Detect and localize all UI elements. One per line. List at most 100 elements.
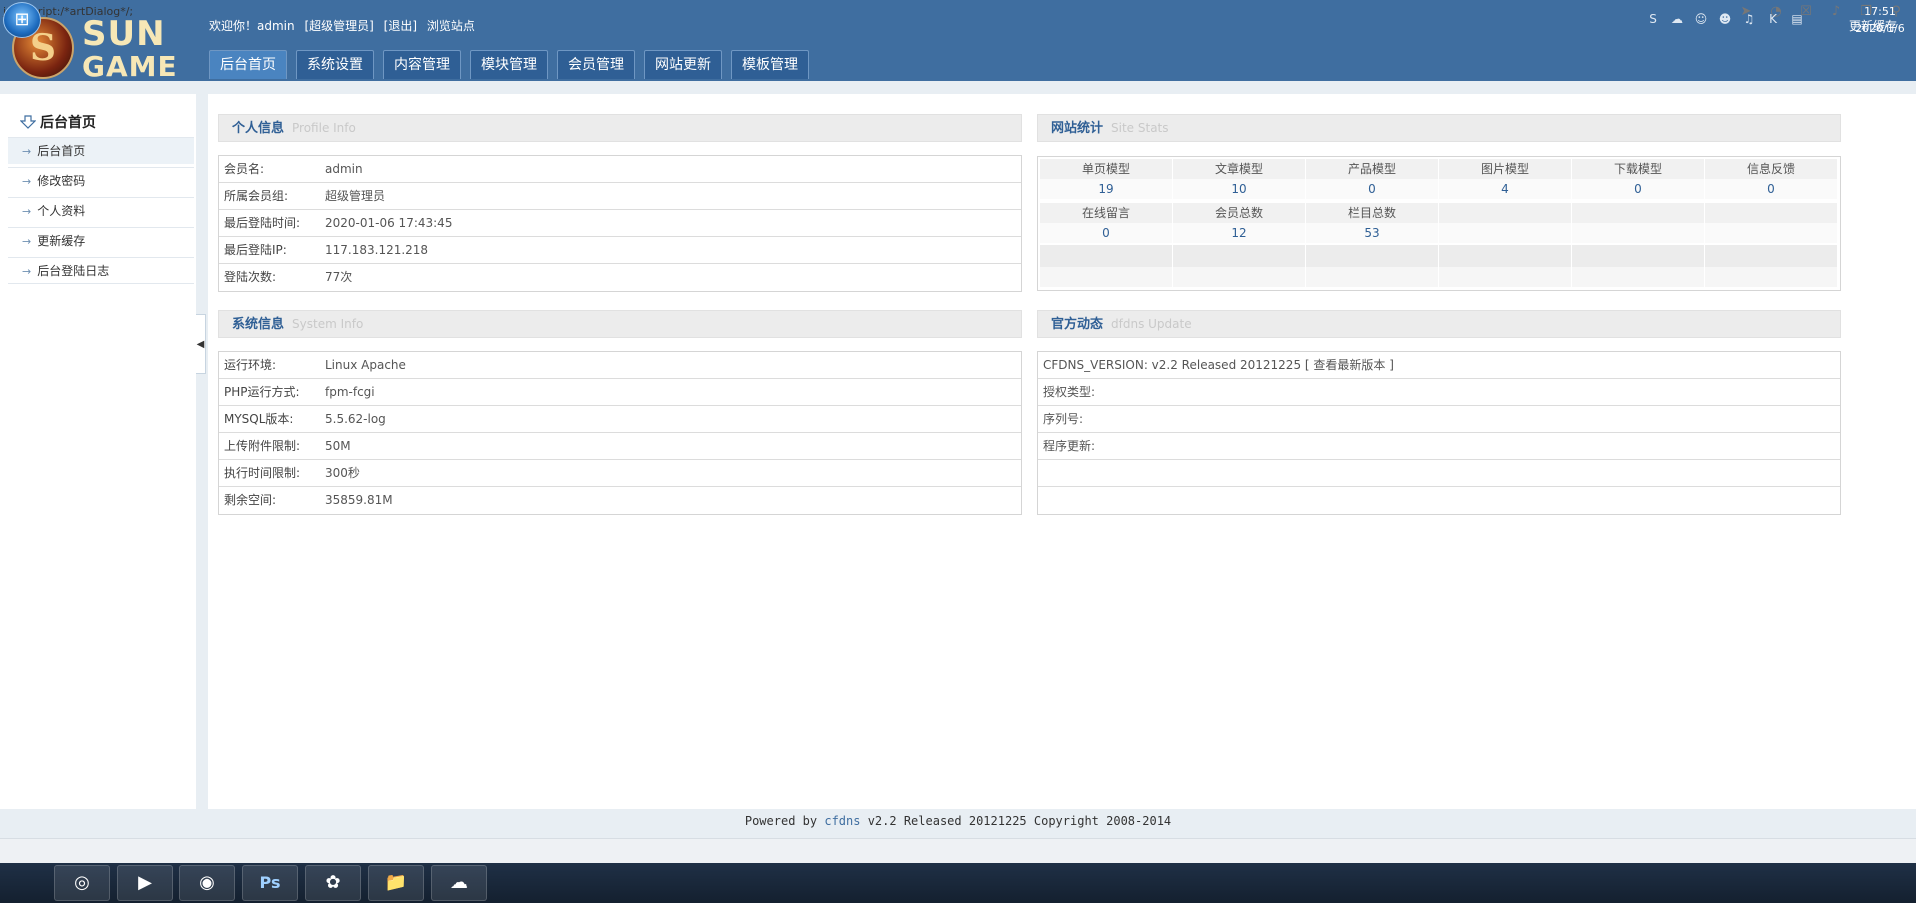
- tab-site-update[interactable]: 网站更新: [644, 50, 722, 79]
- video-player-icon[interactable]: ▶: [117, 865, 173, 901]
- official-panel-header: 官方动态 dfdns Update: [1037, 310, 1841, 338]
- official-table: CFDNS_VERSION: v2.2 Released 20121225 [ …: [1037, 351, 1841, 515]
- row-key: 最后登陆时间:: [224, 216, 301, 230]
- chrome-icon[interactable]: ◉: [179, 865, 235, 901]
- browser-status-bar: [0, 838, 1916, 863]
- footer: Powered by cfdns v2.2 Released 20121225 …: [0, 809, 1916, 833]
- stat-value: 0: [1306, 179, 1438, 199]
- stat-value: 0: [1040, 223, 1172, 243]
- photoshop-icon[interactable]: Ps: [242, 865, 298, 901]
- official-title: 官方动态: [1051, 317, 1104, 332]
- row-value: 2020-01-06 17:43:45: [325, 216, 453, 230]
- stat-cell: 文章模型 10: [1173, 159, 1306, 203]
- table-row: CFDNS_VERSION: v2.2 Released 20121225 [ …: [1038, 352, 1840, 379]
- sidebar-item-label: 个人资料: [37, 204, 86, 218]
- footer-copyright: v2.2 Released 20121225 Copyright 2008-20…: [867, 814, 1172, 828]
- stat-cell: [1572, 203, 1705, 245]
- cloud-app-icon[interactable]: ☁: [431, 865, 487, 901]
- sidebar-item-change-password[interactable]: → 修改密码: [8, 167, 194, 194]
- check-latest-version-link[interactable]: 查看最新版本: [1313, 358, 1385, 372]
- version-text: CFDNS_VERSION: v2.2 Released 20121225 [: [1043, 358, 1310, 372]
- row-key: 登陆次数:: [224, 270, 277, 284]
- stat-label: [1439, 203, 1571, 223]
- sidebar-collapse-handle[interactable]: ◀: [196, 314, 206, 374]
- row-value: 5.5.62-log: [325, 412, 386, 426]
- stat-value: 0: [1705, 179, 1837, 199]
- stat-cell: [1439, 245, 1572, 287]
- qq-alt-icon[interactable]: ☻: [1717, 12, 1733, 26]
- welcome-bar: 欢迎你！admin [超级管理员] [退出] 浏览站点: [209, 17, 481, 34]
- program-update-label: 程序更新:: [1043, 439, 1096, 453]
- stat-cell: 产品模型 0: [1306, 159, 1439, 203]
- arrow-right-icon: →: [22, 265, 32, 278]
- taskbar-clock[interactable]: 17:51 2020/1/6: [1850, 3, 1910, 37]
- row-value: 300秒: [325, 466, 360, 480]
- table-row: 执行时间限制: 300秒: [219, 460, 1021, 487]
- stat-value: [1705, 223, 1837, 243]
- tab-template-management[interactable]: 模板管理: [731, 50, 809, 79]
- logo-text-line1: SUN: [82, 14, 166, 54]
- browse-site-link[interactable]: 浏览站点: [427, 19, 475, 33]
- speaker-icon[interactable]: ♫: [1741, 12, 1757, 26]
- stat-label: 图片模型: [1439, 159, 1571, 179]
- table-row: 所属会员组: 超级管理员: [219, 183, 1021, 210]
- down-arrow-icon: [20, 115, 36, 129]
- ime-icon[interactable]: S: [1645, 12, 1661, 26]
- cloud-sync-icon[interactable]: ☁: [1669, 12, 1685, 26]
- clock-date: 2020/1/6: [1855, 22, 1905, 35]
- table-row: 程序更新:: [1038, 433, 1840, 460]
- sidebar-item-login-log[interactable]: → 后台登陆日志: [8, 257, 194, 284]
- table-row: 剩余空间: 35859.81M: [219, 487, 1021, 514]
- network-icon[interactable]: ▤: [1789, 12, 1805, 26]
- stat-value: 4: [1439, 179, 1571, 199]
- table-row: 上传附件限制: 50M: [219, 433, 1021, 460]
- row-value: 117.183.121.218: [325, 243, 429, 257]
- qq-icon[interactable]: ☺: [1693, 12, 1709, 26]
- system-tray: S ☁ ☺ ☻ ♫ K ▤: [1645, 12, 1805, 26]
- version-info: CFDNS_VERSION: v2.2 Released 20121225 [ …: [1043, 352, 1394, 378]
- sidebar-item-profile[interactable]: → 个人资料: [8, 197, 194, 224]
- logo-text-line2: GAME: [82, 50, 178, 83]
- site-stats-panel-header: 网站统计 Site Stats: [1037, 114, 1841, 142]
- tab-module-management[interactable]: 模块管理: [470, 50, 548, 79]
- volume-icon[interactable]: ♪: [1828, 4, 1844, 19]
- file-explorer-icon[interactable]: 📁: [368, 865, 424, 901]
- row-value: 35859.81M: [325, 493, 393, 507]
- tab-dashboard[interactable]: 后台首页: [209, 50, 287, 79]
- row-key: 所属会员组:: [224, 189, 289, 203]
- row-key: 上传附件限制:: [224, 439, 301, 453]
- stat-label: 信息反馈: [1705, 159, 1837, 179]
- row-key: 执行时间限制:: [224, 466, 301, 480]
- stat-cell: 单页模型 19: [1040, 159, 1173, 203]
- sidebar-item-dashboard[interactable]: → 后台首页: [8, 137, 194, 164]
- footer-brand-link[interactable]: cfdns: [824, 814, 860, 828]
- keyboard-icon[interactable]: K: [1765, 12, 1781, 26]
- sidebar-title: 后台首页: [20, 112, 96, 132]
- user-role-link[interactable]: [超级管理员]: [304, 19, 373, 33]
- weibo-icon[interactable]: ✿: [305, 865, 361, 901]
- tab-member-management[interactable]: 会员管理: [557, 50, 635, 79]
- logout-link[interactable]: [退出]: [384, 19, 417, 33]
- row-key: MYSQL版本:: [224, 412, 294, 426]
- stat-label: 单页模型: [1040, 159, 1172, 179]
- sidebar-item-label: 后台登陆日志: [37, 264, 110, 278]
- profile-title: 个人信息: [232, 121, 285, 136]
- stats-row: 单页模型 19 文章模型 10 产品模型 0 图片模型 4 下载模型 0 信息反馈 0: [1040, 159, 1838, 203]
- sidebar-item-refresh-cache[interactable]: → 更新缓存: [8, 227, 194, 254]
- table-row: [1038, 460, 1840, 487]
- triangle-left-icon: ◀: [196, 339, 205, 350]
- tab-system-settings[interactable]: 系统设置: [296, 50, 374, 79]
- system-subtitle: System Info: [292, 317, 364, 331]
- stat-cell: 会员总数 12: [1173, 203, 1306, 245]
- windows-start-icon[interactable]: ⊞: [3, 2, 41, 38]
- license-type-label: 授权类型:: [1043, 385, 1096, 399]
- stat-value: 10: [1173, 179, 1305, 199]
- tab-content-management[interactable]: 内容管理: [383, 50, 461, 79]
- top-navigation: 后台首页 系统设置 内容管理 模块管理 会员管理 网站更新 模板管理: [209, 50, 809, 81]
- row-key: 会员名:: [224, 162, 265, 176]
- browser-app-icon[interactable]: ◎: [54, 865, 110, 901]
- sidebar-item-label: 后台首页: [37, 144, 86, 158]
- stat-label: [1572, 203, 1704, 223]
- stats-row: 在线留言 0 会员总数 12 栏目总数 53: [1040, 203, 1838, 245]
- arrow-right-icon: →: [22, 235, 32, 248]
